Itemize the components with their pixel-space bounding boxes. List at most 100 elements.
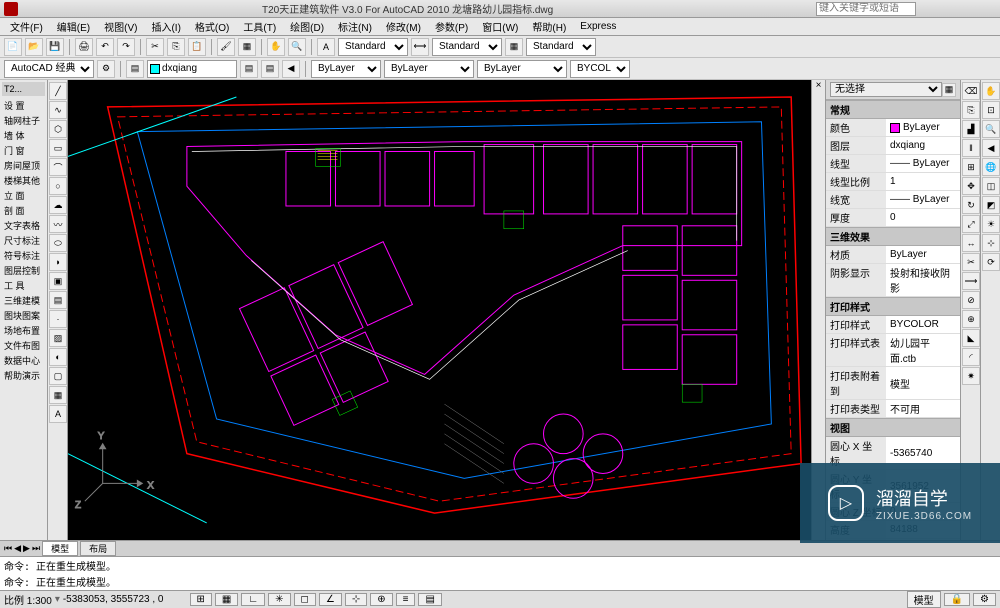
menu-file[interactable]: 文件(F) — [4, 19, 49, 34]
match-props-button[interactable]: 🖌 — [217, 38, 235, 56]
menu-dimension[interactable]: 标注(N) — [332, 19, 378, 34]
toggle-snap[interactable]: ⊞ — [190, 593, 212, 606]
close-prop-icon[interactable]: × — [816, 80, 822, 91]
model-space-toggle[interactable]: 模型 — [907, 591, 941, 608]
table-style-icon[interactable]: ▦ — [505, 38, 523, 56]
toggle-lwt[interactable]: ≡ — [396, 593, 416, 606]
menu-tools[interactable]: 工具(T) — [237, 19, 282, 34]
text-style-combo[interactable]: Standard — [338, 38, 408, 56]
workspace-combo[interactable]: AutoCAD 经典 — [4, 60, 94, 78]
panel-item-door[interactable]: 门 窗 — [2, 143, 45, 158]
toggle-osnap[interactable]: ◻ — [294, 593, 316, 606]
polyline-tool[interactable]: ∿ — [49, 101, 67, 119]
gradient-tool[interactable]: ◐ — [49, 348, 67, 366]
viewcube-tool[interactable]: ◫ — [982, 177, 1000, 195]
extend-tool[interactable]: ⟶ — [962, 272, 980, 290]
open-file-button[interactable]: 📂 — [25, 38, 43, 56]
layer-combo[interactable]: dxqiang — [147, 60, 237, 78]
quickselect-button[interactable]: ▦ — [942, 83, 956, 97]
menu-help[interactable]: 帮助(H) — [526, 19, 572, 34]
orbit-tool[interactable]: 🌐 — [982, 158, 1000, 176]
rectangle-tool[interactable]: ▭ — [49, 139, 67, 157]
hatch-tool[interactable]: ▨ — [49, 329, 67, 347]
layer-states-button[interactable]: ▤ — [240, 60, 258, 78]
copy-tool[interactable]: ⎘ — [962, 101, 980, 119]
insert-block-tool[interactable]: ▣ — [49, 272, 67, 290]
zoom-button[interactable]: 🔍 — [288, 38, 306, 56]
mirror-tool[interactable]: ▟ — [962, 120, 980, 138]
dim-style-icon[interactable]: ⟷ — [411, 38, 429, 56]
annotation-scale[interactable]: 🔒 — [944, 593, 970, 606]
layer-prev-button[interactable]: ◀ — [282, 60, 300, 78]
ucs-tool[interactable]: ⊹ — [982, 234, 1000, 252]
workspace-settings-button[interactable]: ⚙ — [97, 60, 115, 78]
drawing-canvas[interactable]: X Y Z — [68, 80, 811, 540]
point-tool[interactable]: · — [49, 310, 67, 328]
cut-button[interactable]: ✂ — [146, 38, 164, 56]
mtext-tool[interactable]: A — [49, 405, 67, 423]
layer-props-button[interactable]: ▤ — [126, 60, 144, 78]
menu-modify[interactable]: 修改(M) — [380, 19, 427, 34]
polygon-tool[interactable]: ⬡ — [49, 120, 67, 138]
spline-tool[interactable]: 〰 — [49, 215, 67, 233]
toggle-qp[interactable]: ▤ — [418, 593, 441, 606]
prop-section-header[interactable]: 打印样式 — [826, 297, 960, 316]
zoom-prev-tool[interactable]: ◀ — [982, 139, 1000, 157]
menu-window[interactable]: 窗口(W) — [476, 19, 524, 34]
make-block-tool[interactable]: ▤ — [49, 291, 67, 309]
line-tool[interactable]: ╱ — [49, 82, 67, 100]
panel-item-section[interactable]: 剖 面 — [2, 203, 45, 218]
zoom-extents-tool[interactable]: ⊡ — [982, 101, 1000, 119]
toggle-polar[interactable]: ✳ — [268, 593, 290, 606]
ellipse-arc-tool[interactable]: ◗ — [49, 253, 67, 271]
prop-section-header[interactable]: 常规 — [826, 100, 960, 119]
tab-nav-first[interactable]: ⏮ — [4, 543, 12, 554]
color-combo[interactable]: ByLayer — [311, 60, 381, 78]
tab-model[interactable]: 模型 — [42, 541, 78, 556]
prop-section-header[interactable]: 三维效果 — [826, 227, 960, 246]
prop-value[interactable]: 0 — [886, 209, 960, 226]
toggle-dyn[interactable]: ⊕ — [370, 593, 392, 606]
tab-nav-prev[interactable]: ◀ — [14, 543, 21, 554]
linetype-combo[interactable]: ByLayer — [384, 60, 474, 78]
explode-tool[interactable]: ✷ — [962, 367, 980, 385]
panel-item-text[interactable]: 文字表格 — [2, 218, 45, 233]
stretch-tool[interactable]: ↔ — [962, 234, 980, 252]
arc-tool[interactable]: ⌒ — [49, 158, 67, 176]
join-tool[interactable]: ⊕ — [962, 310, 980, 328]
prop-section-header[interactable]: 视图 — [826, 418, 960, 437]
menu-insert[interactable]: 插入(I) — [145, 19, 186, 34]
render-tool[interactable]: ☀ — [982, 215, 1000, 233]
offset-tool[interactable]: ‖ — [962, 139, 980, 157]
help-search-input[interactable] — [816, 2, 916, 16]
zoom-window-tool[interactable]: 🔍 — [982, 120, 1000, 138]
panel-item-block[interactable]: 图块图案 — [2, 308, 45, 323]
prop-value[interactable]: ByLayer — [886, 246, 960, 263]
panel-item-stair[interactable]: 楼梯其他 — [2, 173, 45, 188]
prop-value[interactable]: 不可用 — [886, 400, 960, 417]
workspace-switch[interactable]: ⚙ — [973, 593, 996, 606]
prop-value[interactable]: —— ByLayer — [886, 191, 960, 208]
prop-value[interactable]: —— ByLayer — [886, 155, 960, 172]
layer-iso-button[interactable]: ▤ — [261, 60, 279, 78]
table-style-combo[interactable]: Standard — [526, 38, 596, 56]
panel-item-data[interactable]: 数据中心 — [2, 353, 45, 368]
menu-param[interactable]: 参数(P) — [429, 19, 474, 34]
prop-value[interactable]: BYCOLOR — [886, 316, 960, 333]
menu-view[interactable]: 视图(V) — [98, 19, 143, 34]
lineweight-combo[interactable]: ByLayer — [477, 60, 567, 78]
revcloud-tool[interactable]: ☁ — [49, 196, 67, 214]
selection-combo[interactable]: 无选择 — [830, 82, 942, 97]
panel-item-room[interactable]: 房间屋顶 — [2, 158, 45, 173]
tangent-panel-title[interactable]: T2... — [2, 82, 45, 96]
tab-layout[interactable]: 布局 — [80, 541, 116, 556]
panel-item-axis[interactable]: 轴网柱子 — [2, 113, 45, 128]
panel-item-help[interactable]: 帮助演示 — [2, 368, 45, 383]
panel-item-settings[interactable]: 设 置 — [2, 98, 45, 113]
fillet-tool[interactable]: ◜ — [962, 348, 980, 366]
panel-item-layer[interactable]: 图层控制 — [2, 263, 45, 278]
print-button[interactable]: 🖨 — [75, 38, 93, 56]
prop-value[interactable]: 模型 — [886, 367, 960, 399]
toggle-otrack[interactable]: ∠ — [319, 593, 342, 606]
toggle-grid[interactable]: ▦ — [215, 593, 238, 606]
